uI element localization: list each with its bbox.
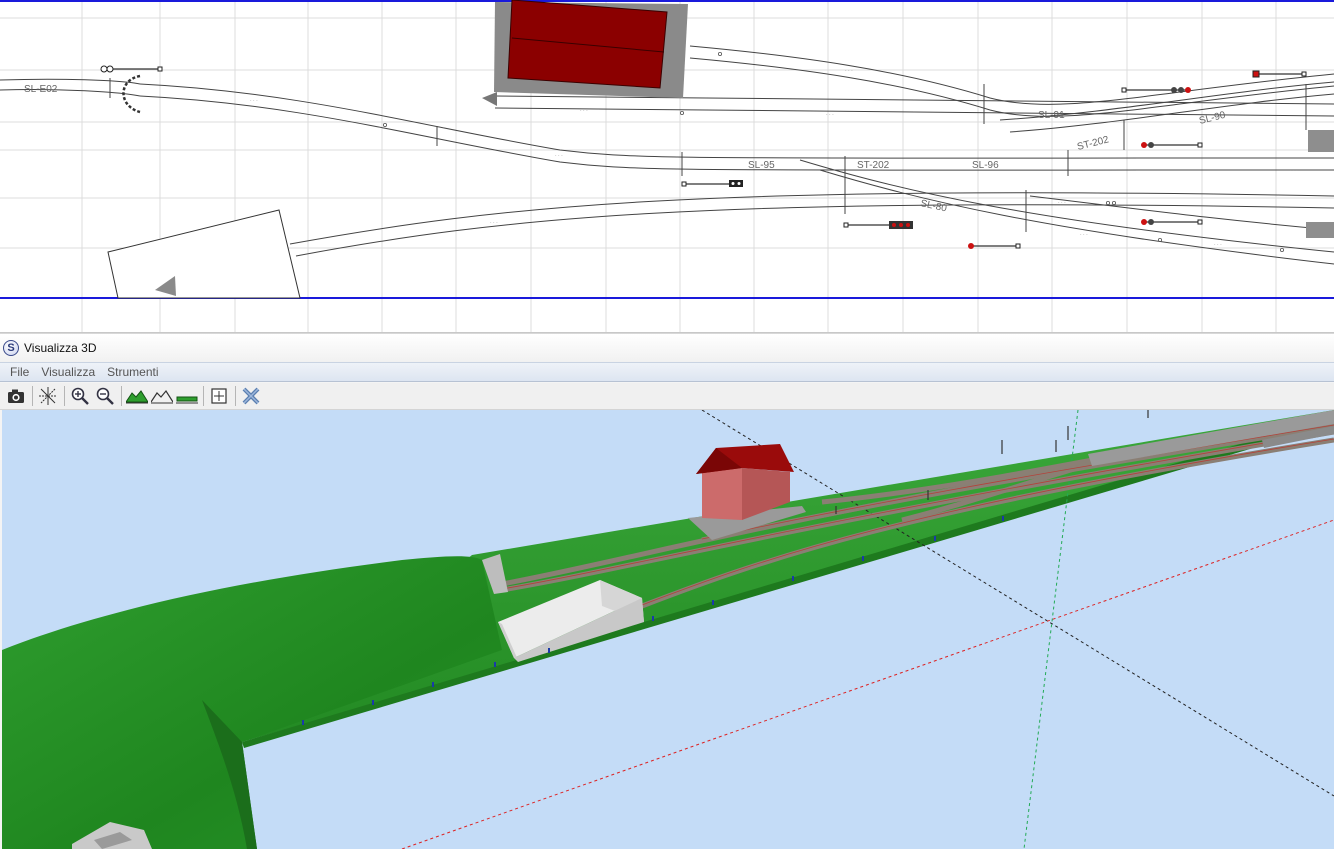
svg-text:· · ·: · · ·	[555, 153, 563, 159]
window-title: Visualizza 3D	[24, 341, 97, 355]
zoom-out-button[interactable]	[93, 385, 116, 408]
axes-icon	[38, 387, 57, 405]
svg-text:· · ·: · · ·	[826, 112, 834, 118]
svg-text:· · ·: · · ·	[1058, 200, 1066, 206]
plan-block-grey-2[interactable]	[1306, 222, 1334, 238]
close-tool-icon	[242, 387, 259, 405]
track-label-st-202-mid[interactable]: ST-202	[857, 160, 890, 171]
svg-text:· · ·: · · ·	[580, 108, 588, 114]
menu-file[interactable]: File	[4, 363, 35, 381]
flat-ground-button[interactable]	[175, 385, 198, 408]
window-titlebar[interactable]: S Visualizza 3D	[0, 333, 1334, 362]
track-label-sl-80[interactable]: SL-80	[919, 198, 948, 214]
svg-text:· · ·: · · ·	[490, 220, 498, 226]
terrain-outline-button[interactable]	[150, 385, 173, 408]
track-label-sl-95[interactable]: SL-95	[748, 160, 775, 171]
toolbar-separator	[203, 386, 204, 406]
svg-text:· · ·: · · ·	[1080, 232, 1088, 238]
svg-text:· · ·: · · ·	[250, 98, 258, 104]
terrain-button[interactable]	[125, 385, 148, 408]
toolbar-separator	[235, 386, 236, 406]
app-logo-icon: S	[3, 340, 19, 356]
terrain-icon	[125, 390, 148, 404]
3d-viewport[interactable]	[2, 410, 1334, 849]
toolbar-separator	[64, 386, 65, 406]
close-tool-button[interactable]	[239, 385, 262, 408]
menu-visualizza[interactable]: Visualizza	[35, 363, 101, 381]
terrain-hill	[2, 556, 502, 849]
track-plan-canvas[interactable]: · · · · · · · · · · · · · · · · · · · · · · …	[0, 0, 1334, 333]
axes-button[interactable]	[36, 385, 59, 408]
flat-ground-icon	[175, 396, 198, 404]
view-3d-window: S Visualizza 3D File Visualizza Strument…	[0, 333, 1334, 849]
toolbar	[0, 383, 1334, 410]
fit-view-button[interactable]	[207, 385, 230, 408]
zoom-in-button[interactable]	[68, 385, 91, 408]
fit-view-icon	[210, 388, 227, 404]
zoom-in-icon	[71, 387, 89, 405]
camera-icon	[7, 389, 24, 403]
svg-text:· · ·: · · ·	[845, 68, 853, 74]
track-label-sl-96[interactable]: SL-96	[972, 160, 999, 171]
svg-text:· · ·: · · ·	[1290, 168, 1298, 174]
terrain-outline-icon	[150, 389, 173, 404]
plan-building-white[interactable]	[107, 209, 301, 299]
camera-button[interactable]	[4, 385, 27, 408]
menu-bar: File Visualizza Strumenti	[0, 362, 1334, 382]
plan-block-grey-1[interactable]	[1308, 130, 1334, 152]
plan-top-border	[0, 0, 1334, 2]
zoom-out-icon	[96, 387, 114, 405]
menu-strumenti[interactable]: Strumenti	[101, 363, 164, 381]
plan-building-red[interactable]	[482, 0, 688, 106]
3d-scene[interactable]	[2, 410, 1334, 849]
track-label-sl-e02[interactable]: SL-E02	[24, 84, 58, 95]
toolbar-separator	[32, 386, 33, 406]
track-plan-view[interactable]: · · · · · · · · · · · · · · · · · · · · · · …	[0, 0, 1334, 333]
track-label-sl-91[interactable]: SL-91	[1038, 110, 1065, 121]
toolbar-separator	[121, 386, 122, 406]
svg-text:· · ·: · · ·	[1214, 242, 1222, 248]
